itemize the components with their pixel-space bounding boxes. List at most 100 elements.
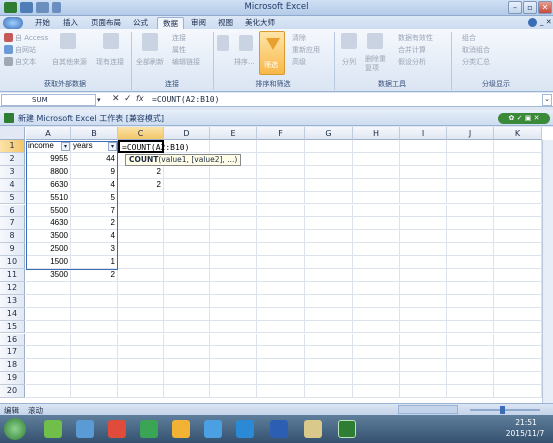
cell-k9[interactable] [494,243,542,257]
cell-e12[interactable] [210,281,257,295]
cell-j20[interactable] [447,385,494,398]
cell-f3[interactable] [257,165,305,179]
sort-az-icon[interactable] [217,35,229,51]
cell-e4[interactable] [210,178,257,192]
cell-k11[interactable] [494,269,542,282]
cell-a4[interactable]: 6630 [26,178,71,192]
cell-e3[interactable] [210,165,257,179]
cell-e8[interactable] [210,230,257,244]
cell-b5[interactable]: 5 [71,191,118,205]
cell-g4[interactable] [305,178,353,192]
cell-d8[interactable] [164,230,210,244]
cell-i18[interactable] [400,359,447,373]
cell-j3[interactable] [447,165,494,179]
taskbar-app-icon[interactable] [236,420,254,438]
system-tray-icons[interactable] [375,424,455,434]
cell-k2[interactable] [494,152,542,166]
cell-f15[interactable] [257,320,305,334]
cell-i17[interactable] [400,346,447,360]
cell-f11[interactable] [257,269,305,282]
cell-f13[interactable] [257,294,305,308]
column-header-c[interactable]: C [118,127,164,140]
cell-f20[interactable] [257,385,305,398]
cell-d12[interactable] [164,281,210,295]
cell-a12[interactable] [26,281,71,295]
cell-d10[interactable] [164,256,210,269]
cell-e9[interactable] [210,243,257,257]
row-header-3[interactable]: 3 [0,165,25,179]
cell-b16[interactable] [71,333,118,347]
cell-i12[interactable] [400,281,447,295]
column-header-a[interactable]: A [26,127,71,140]
cell-e13[interactable] [210,294,257,308]
cell-c9[interactable] [118,243,164,257]
cell-i13[interactable] [400,294,447,308]
cell-f8[interactable] [257,230,305,244]
cell-h15[interactable] [353,320,400,334]
cell-b18[interactable] [71,359,118,373]
filter-button[interactable]: 筛选 [259,31,285,75]
cell-b15[interactable] [71,320,118,334]
cell-g16[interactable] [305,333,353,347]
cell-g20[interactable] [305,385,353,398]
cell-g14[interactable] [305,307,353,321]
cell-i3[interactable] [400,165,447,179]
cell-e18[interactable] [210,359,257,373]
cell-b17[interactable] [71,346,118,360]
cell-f12[interactable] [257,281,305,295]
cell-c10[interactable] [118,256,164,269]
close-button[interactable]: ✕ [538,1,552,14]
cell-i2[interactable] [400,152,447,166]
cell-j7[interactable] [447,217,494,231]
cell-c8[interactable] [118,230,164,244]
cell-d17[interactable] [164,346,210,360]
cell-c6[interactable] [118,204,164,218]
cell-i7[interactable] [400,217,447,231]
cell-e6[interactable] [210,204,257,218]
cell-i19[interactable] [400,372,447,386]
cell-h2[interactable] [353,152,400,166]
cell-h12[interactable] [353,281,400,295]
column-header-i[interactable]: I [400,127,447,140]
cell-h7[interactable] [353,217,400,231]
row-header-15[interactable]: 15 [0,320,25,334]
cell-j5[interactable] [447,191,494,205]
cell-d19[interactable] [164,372,210,386]
sort-button[interactable]: 排序... [234,57,255,67]
cell-a14[interactable] [26,307,71,321]
cell-g7[interactable] [305,217,353,231]
ungroup-button[interactable]: 取消组合 [462,45,490,55]
cell-k19[interactable] [494,372,542,386]
other-sources-button[interactable]: 自其他来源 [52,57,87,67]
cell-k7[interactable] [494,217,542,231]
cell-c18[interactable] [118,359,164,373]
cell-f1[interactable] [257,140,305,153]
from-access-button[interactable]: 自 Access [15,33,48,43]
cell-e11[interactable] [210,269,257,282]
cell-a15[interactable] [26,320,71,334]
cell-h20[interactable] [353,385,400,398]
cell-b8[interactable]: 4 [71,230,118,244]
name-box-dropdown-icon[interactable]: ▾ [97,96,101,104]
cell-j4[interactable] [447,178,494,192]
connections-button[interactable]: 连接 [172,33,186,43]
cell-c3[interactable]: 2 [118,165,164,179]
what-if-button[interactable]: 假设分析 [398,57,426,67]
filter-dropdown-icon[interactable]: ▾ [108,142,117,151]
cell-d6[interactable] [164,204,210,218]
tab-page-layout[interactable]: 页面布局 [86,17,126,29]
cell-i20[interactable] [400,385,447,398]
cell-g5[interactable] [305,191,353,205]
cell-b14[interactable] [71,307,118,321]
row-header-8[interactable]: 8 [0,230,25,244]
cell-g15[interactable] [305,320,353,334]
select-all-corner[interactable] [0,127,25,140]
cell-d5[interactable] [164,191,210,205]
tab-insert[interactable]: 插入 [58,17,83,29]
cell-a6[interactable]: 5500 [26,204,71,218]
cell-k14[interactable] [494,307,542,321]
cell-b3[interactable]: 9 [71,165,118,179]
cell-g11[interactable] [305,269,353,282]
cell-k10[interactable] [494,256,542,269]
cell-d11[interactable] [164,269,210,282]
